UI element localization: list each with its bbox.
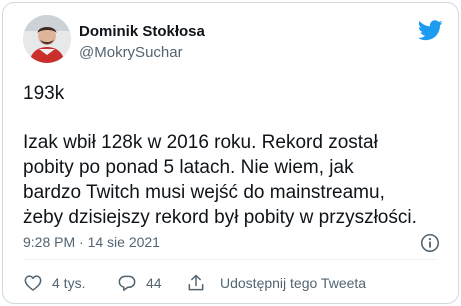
twitter-bird-icon[interactable] [418,20,443,41]
reply-count: 44 [146,275,162,291]
reply-button[interactable]: 44 [117,268,162,298]
tweet-text-line: bardzo Twitch musi wejść do mainstreamu, [23,182,385,203]
avatar[interactable] [23,15,71,63]
share-label: Udostępnij tego Tweeta [220,275,367,291]
heart-icon [24,275,42,291]
tweet-actions: 4 tys. 44 Udostępnij tego Tweeta [3,268,458,298]
tweet-text-line: Izak wbił 128k w 2016 roku. Rekord zosta… [23,132,378,153]
tweet-text-line: pobity po ponad 5 latach. Nie wiem, jak [23,157,354,178]
reply-icon [118,275,136,291]
divider [23,259,438,260]
share-button[interactable]: Udostępnij tego Tweeta [186,268,366,298]
author-handle[interactable]: @MokrySuchar [79,44,183,61]
tweet-card[interactable]: Dominik Stokłosa @MokrySuchar 193k Izak … [2,2,459,304]
share-icon [188,274,204,291]
tweet-timestamp[interactable]: 9:28 PM · 14 sie 2021 [23,234,160,250]
info-icon[interactable] [419,232,441,254]
author-name[interactable]: Dominik Stokłosa [79,23,205,40]
like-count: 4 tys. [52,275,86,291]
tweet-text-first: 193k [23,83,65,104]
like-button[interactable]: 4 tys. [23,268,85,298]
tweet-text-line: żeby dzisiejszy rekord był pobity w przy… [23,207,417,228]
